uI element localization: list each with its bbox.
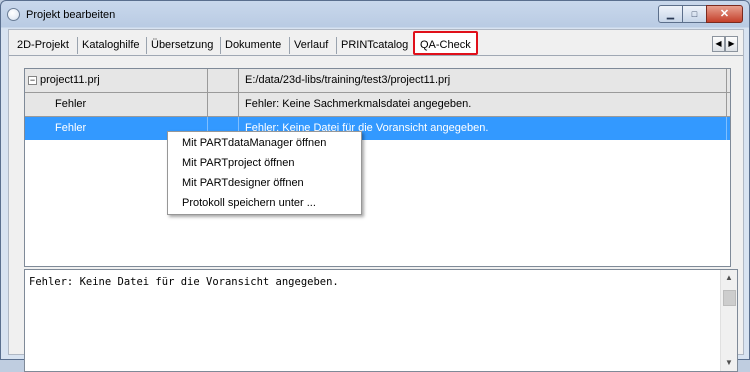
project-name: project11.prj: [40, 74, 100, 86]
tab-separator: [77, 37, 78, 54]
app-icon: [7, 8, 20, 21]
status-cell: [208, 69, 239, 92]
scroll-thumb[interactable]: [723, 290, 736, 306]
error-name-cell: Fehler: [25, 93, 208, 116]
tab-separator: [220, 37, 221, 54]
qa-check-grid: − project11.prj E:/data/23d-libs/trainin…: [24, 68, 731, 267]
tab-2d-projekt[interactable]: 2D-Projekt: [14, 35, 72, 55]
menu-item-open-partdatamanager[interactable]: Mit PARTdataManager öffnen: [182, 134, 326, 152]
status-cell: [208, 93, 239, 116]
table-row-selected[interactable]: Fehler Fehler: Keine Datei für die Voran…: [25, 117, 730, 140]
title-bar[interactable]: Projekt bearbeiten ▁ □ ✕: [1, 1, 749, 29]
scroll-up-icon[interactable]: ▲: [721, 270, 737, 286]
tab-scroll-right-button[interactable]: ▶: [725, 36, 738, 52]
menu-item-save-protocol[interactable]: Protokoll speichern unter ...: [182, 194, 316, 212]
tab-separator: [289, 37, 290, 54]
message-output-pane[interactable]: Fehler: Keine Datei für die Voransicht a…: [24, 269, 738, 372]
table-row-project[interactable]: − project11.prj E:/data/23d-libs/trainin…: [25, 69, 730, 93]
tab-bar: 2D-Projekt Kataloghilfe Übersetzung Doku…: [9, 30, 743, 60]
tab-verlauf[interactable]: Verlauf: [291, 35, 331, 55]
close-button[interactable]: ✕: [706, 5, 743, 23]
context-menu: Mit PARTdataManager öffnen Mit PARTproje…: [167, 131, 362, 215]
maximize-button[interactable]: □: [682, 5, 707, 23]
tab-qa-check[interactable]: QA-Check: [413, 31, 478, 55]
collapse-icon[interactable]: −: [28, 76, 37, 85]
minimize-button[interactable]: ▁: [658, 5, 683, 23]
tree-cell: − project11.prj: [25, 69, 208, 92]
tab-separator: [336, 37, 337, 54]
scroll-down-icon[interactable]: ▼: [721, 355, 737, 371]
message-text: Fehler: Keine Datei für die Voransicht a…: [29, 276, 339, 288]
vertical-scrollbar[interactable]: ▲ ▼: [720, 270, 737, 371]
window-title: Projekt bearbeiten: [26, 9, 116, 21]
tab-uebersetzung[interactable]: Übersetzung: [148, 35, 216, 55]
menu-item-open-partproject[interactable]: Mit PARTproject öffnen: [182, 154, 295, 172]
tab-scroll-left-button[interactable]: ◀: [712, 36, 725, 52]
tab-printcatalog[interactable]: PRINTcatalog: [338, 35, 411, 55]
table-row[interactable]: Fehler Fehler: Keine Sachmerkmalsdatei a…: [25, 93, 730, 117]
dialog-client: 2D-Projekt Kataloghilfe Übersetzung Doku…: [8, 29, 744, 372]
detail-cell: Fehler: Keine Sachmerkmalsdatei angegebe…: [239, 93, 727, 116]
project-edit-window: Projekt bearbeiten ▁ □ ✕ 2D-Projekt Kata…: [0, 0, 750, 372]
detail-cell: E:/data/23d-libs/training/test3/project1…: [239, 69, 727, 92]
tab-bar-line: [9, 55, 743, 56]
tab-separator: [146, 37, 147, 54]
tab-kataloghilfe[interactable]: Kataloghilfe: [79, 35, 143, 55]
tab-dokumente[interactable]: Dokumente: [222, 35, 284, 55]
menu-item-open-partdesigner[interactable]: Mit PARTdesigner öffnen: [182, 174, 304, 192]
